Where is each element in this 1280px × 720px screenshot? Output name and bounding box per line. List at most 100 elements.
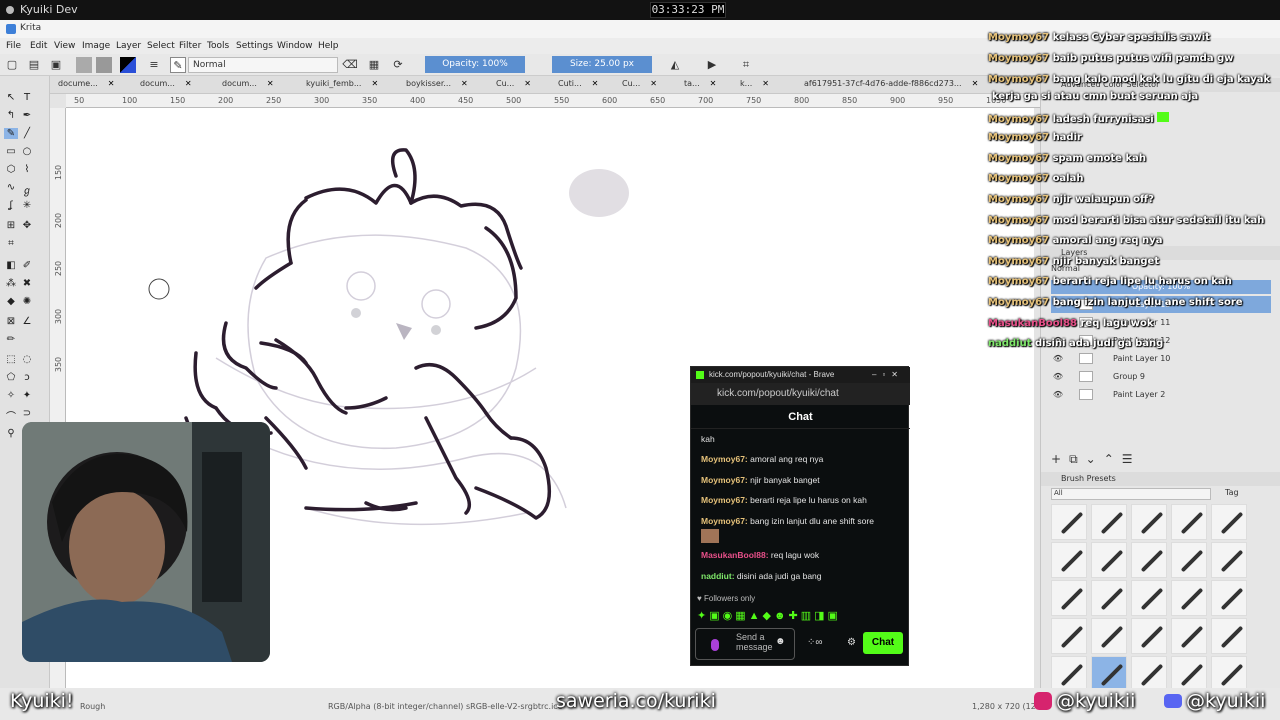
menu-settings[interactable]: Settings [236,41,273,51]
document-tab[interactable]: docum... ✕ [140,79,192,88]
brush-preset[interactable] [1091,618,1127,654]
close-icon[interactable]: ✕ [108,79,115,88]
brush-preset[interactable] [1131,504,1167,540]
chat-send-button[interactable]: Chat [863,632,903,654]
brush-preset[interactable] [1091,504,1127,540]
move-tool-icon[interactable]: ✥ [20,220,34,231]
brush-preset[interactable] [1131,542,1167,578]
multibrush-tool-icon[interactable]: ✳ [20,200,34,211]
reference-tool-icon[interactable]: ✏ [4,334,18,345]
close-icon[interactable]: ✕ [710,79,717,88]
close-icon[interactable]: ✕ [524,79,531,88]
menu-image[interactable]: Image [82,41,110,51]
size-slider[interactable]: Size: 25.00 px [552,56,652,73]
emoji-icon[interactable]: ☻ [775,636,786,647]
brush-preset[interactable] [1171,504,1207,540]
document-tab[interactable]: ta... ✕ [684,79,716,88]
brush-preset[interactable] [1171,656,1207,692]
visibility-eye-icon[interactable]: 👁 [1051,386,1065,403]
bezier-tool-icon[interactable]: ∿ [4,182,18,193]
line-tool-icon[interactable]: ╱ [20,128,34,139]
chat-username[interactable]: Moymoy67: [701,475,748,485]
eraser-icon[interactable]: ⌫ [342,57,358,73]
select-shape-tool-icon[interactable]: ↖ [4,92,18,103]
freehand-brush-tool-icon[interactable]: ✎ [4,128,18,139]
add-layer-icon[interactable]: + [1051,452,1069,466]
brush-presets-header[interactable]: Brush Presets [1041,472,1280,486]
gradient-icon[interactable] [76,57,92,73]
kick-coin-icon[interactable]: ⁘∞ [807,637,823,648]
brush-filter-select[interactable]: All [1051,488,1211,500]
rect-select-tool-icon[interactable]: ⬚ [4,354,18,365]
edit-shape-tool-icon[interactable]: ↰ [4,110,18,121]
crop-icon[interactable]: ⌗ [738,57,754,73]
fill-tool-icon[interactable]: ◆ [4,296,18,307]
brush-preset-icon[interactable]: ✎ [170,57,186,73]
menu-view[interactable]: View [54,41,75,51]
chat-username[interactable]: MasukanBool88: [701,550,769,560]
layer-properties-icon[interactable]: ☰ [1122,452,1141,466]
smart-patch-tool-icon[interactable]: ✖ [20,278,34,289]
brush-preset[interactable] [1051,504,1087,540]
assistant-tool-icon[interactable]: ⊠ [4,316,18,327]
similar-select-tool-icon[interactable]: ✦ [20,390,34,401]
layer-row[interactable]: 👁 Group 9 [1051,368,1271,385]
chat-username[interactable]: Moymoy67: [701,495,748,505]
menu-select[interactable]: Select [147,41,175,51]
document-tab[interactable]: Cu... ✕ [622,79,657,88]
text-tool-icon[interactable]: T [20,92,34,103]
popup-url-bar[interactable]: kick.com/popout/kyuiki/chat [691,383,910,405]
measure-tool-icon[interactable]: ∠ [20,316,34,327]
os-menu-icon[interactable] [6,6,14,14]
move-up-icon[interactable]: ⌃ [1104,452,1122,466]
document-tab[interactable]: docume... ✕ [58,79,115,88]
dynamic-brush-tool-icon[interactable]: ʆ [4,200,18,211]
blend-mode-select[interactable]: Normal [188,57,338,73]
brush-preset[interactable] [1051,618,1087,654]
duplicate-layer-icon[interactable]: ⧉ [1069,452,1086,466]
brush-preset[interactable] [1051,580,1087,616]
brush-preset[interactable] [1211,542,1247,578]
brush-preset-selected[interactable] [1091,656,1127,692]
open-document-icon[interactable]: ▤ [26,57,42,73]
brush-preset[interactable] [1211,618,1247,654]
mic-icon[interactable] [711,639,719,651]
brush-preset[interactable] [1051,542,1087,578]
brush-preset[interactable] [1131,580,1167,616]
polygon-select-tool-icon[interactable]: ⬠ [4,372,18,383]
brush-preset[interactable] [1091,580,1127,616]
brush-preset[interactable] [1211,504,1247,540]
move-down-icon[interactable]: ⌄ [1086,452,1104,466]
visibility-eye-icon[interactable]: 👁 [1051,368,1065,385]
menu-help[interactable]: Help [318,41,339,51]
mirror-horizontal-icon[interactable]: ◭ [667,57,683,73]
close-icon[interactable]: ✕ [267,79,274,88]
brush-preset[interactable] [1131,656,1167,692]
mirror-vertical-icon[interactable]: ▶ [704,57,720,73]
close-icon[interactable]: ✕ [592,79,599,88]
brush-preset[interactable] [1211,656,1247,692]
polyline-tool-icon[interactable]: ⌇ [20,164,34,175]
freehand-select-tool-icon[interactable]: ↄ [20,372,34,383]
zoom-tool-icon[interactable]: ⚲ [4,428,18,439]
brush-preset[interactable] [1171,580,1207,616]
document-tab[interactable]: af617951-37cf-4d76-adde-f886cd273... ✕ [804,79,978,88]
document-tab[interactable]: boykisser... ✕ [406,79,468,88]
color-picker-tool-icon[interactable]: ✐ [20,260,34,271]
chat-username[interactable]: naddiut: [701,571,735,581]
chat-username[interactable]: Moymoy67: [701,516,748,526]
new-document-icon[interactable]: ▢ [4,57,20,73]
magnetic-select-tool-icon[interactable]: ⊃ [20,408,34,419]
chat-settings-gear-icon[interactable]: ⚙ [847,637,856,648]
save-icon[interactable]: ▣ [48,57,64,73]
gradient-tool-icon[interactable]: ◧ [4,260,18,271]
brush-tag-button[interactable]: Tag [1225,488,1239,497]
preserve-alpha-icon[interactable]: ▦ [366,57,382,73]
emote-bar[interactable]: ✦▣◉▦▲◆☻✚▥◨▣ [697,609,902,625]
close-icon[interactable]: ✕ [185,79,192,88]
ellipse-select-tool-icon[interactable]: ◌ [20,354,34,365]
transform-tool-icon[interactable]: ⊞ [4,220,18,231]
menu-tools[interactable]: Tools [207,41,229,51]
close-icon[interactable]: ✕ [650,79,657,88]
rectangle-tool-icon[interactable]: ▭ [4,146,18,157]
